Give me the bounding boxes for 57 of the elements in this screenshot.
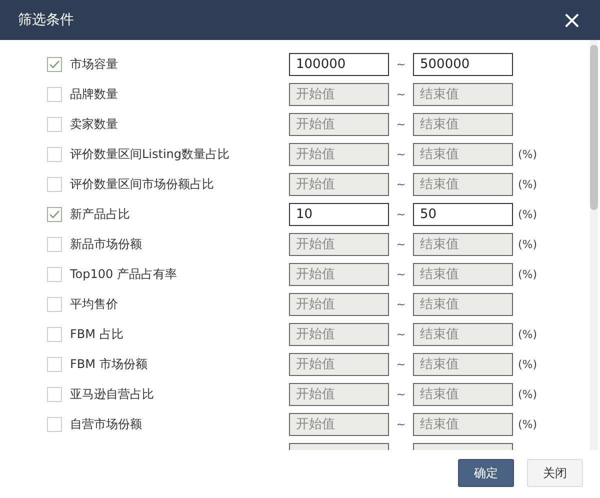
range-separator: ~ xyxy=(395,358,407,370)
end-value-field[interactable]: 500000 xyxy=(413,52,513,76)
filter-label: 亚马逊自营占比 xyxy=(70,386,155,402)
filter-label: FBM 占比 xyxy=(70,326,124,342)
checkbox[interactable] xyxy=(47,326,62,342)
unit-label: (%) xyxy=(518,178,538,190)
range-separator: ~ xyxy=(395,328,407,340)
filter-label: Top100 产品占有率 xyxy=(70,266,178,282)
checkbox[interactable] xyxy=(47,206,62,222)
range-separator: ~ xyxy=(395,238,407,250)
filter-label: 新品市场份额 xyxy=(70,236,143,252)
unit-label: (%) xyxy=(518,208,538,220)
window-title: 筛选条件 xyxy=(18,11,74,29)
unit-label: (%) xyxy=(518,328,538,340)
range-separator: ~ xyxy=(395,268,407,280)
start-value-field[interactable]: 100000 xyxy=(289,52,389,76)
unit-label: (%) xyxy=(518,268,538,280)
checkbox[interactable] xyxy=(47,86,62,102)
filter-label: FBM 市场份额 xyxy=(70,356,148,372)
unit-label: (%) xyxy=(518,358,538,370)
range-separator: ~ xyxy=(395,178,407,190)
unit-label: (%) xyxy=(518,388,538,400)
filter-label: 评价数量区间Listing数量占比 xyxy=(70,146,231,162)
close-dialog-button[interactable]: 关闭 xyxy=(527,459,583,487)
scrollbar[interactable] xyxy=(590,40,598,450)
range-separator: ~ xyxy=(395,388,407,400)
unit-label: (%) xyxy=(518,418,538,430)
range-separator: ~ xyxy=(395,58,407,70)
filter-label: 评价数量区间市场份额占比 xyxy=(70,176,215,192)
range-separator: ~ xyxy=(395,208,407,220)
checkbox[interactable] xyxy=(47,146,62,162)
confirm-button[interactable]: 确定 xyxy=(458,459,514,487)
checkbox[interactable] xyxy=(47,236,62,252)
start-value-field[interactable]: 10 xyxy=(289,202,389,226)
checkbox[interactable] xyxy=(47,116,62,132)
range-separator: ~ xyxy=(395,418,407,430)
checkbox[interactable] xyxy=(47,386,62,402)
close-button[interactable]: × xyxy=(562,8,582,32)
checkbox[interactable] xyxy=(47,266,62,282)
end-value-field[interactable]: 50 xyxy=(413,202,513,226)
filter-label: 品牌数量 xyxy=(70,86,119,102)
range-separator: ~ xyxy=(395,88,407,100)
checkbox[interactable] xyxy=(47,356,62,372)
checkbox[interactable] xyxy=(47,56,62,72)
filter-label: 平均售价 xyxy=(70,296,119,312)
unit-label: (%) xyxy=(518,148,538,160)
range-separator: ~ xyxy=(395,148,407,160)
range-separator: ~ xyxy=(395,118,407,130)
filter-label: 市场容量 xyxy=(70,56,119,72)
filter-label: 自营市场份额 xyxy=(70,416,143,432)
checkbox[interactable] xyxy=(47,416,62,432)
filter-label: 卖家数量 xyxy=(70,116,119,132)
filter-label: 新产品占比 xyxy=(70,206,131,222)
unit-label: (%) xyxy=(518,238,538,250)
range-separator: ~ xyxy=(395,298,407,310)
checkbox[interactable] xyxy=(47,176,62,192)
checkbox[interactable] xyxy=(47,296,62,312)
